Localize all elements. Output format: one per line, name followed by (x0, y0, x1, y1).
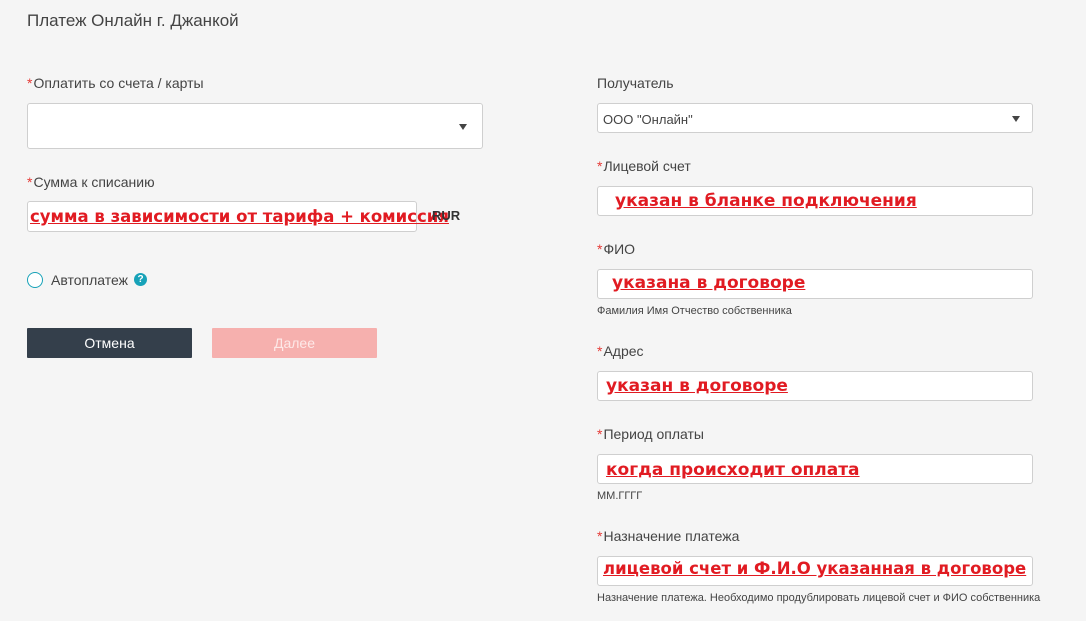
autopay-label: Автоплатеж (51, 272, 128, 288)
amount-label: *Сумма к списанию (27, 174, 155, 190)
page-title: Платеж Онлайн г. Джанкой (27, 11, 239, 30)
payment-form-page: Платеж Онлайн г. Джанкой *Оплатить со сч… (0, 0, 1086, 621)
period-annotation: когда происходит оплата (606, 460, 860, 480)
address-annotation: указан в договоре (606, 376, 788, 396)
purpose-label-text: Назначение платежа (603, 528, 740, 544)
recipient-select[interactable]: ООО "Онлайн" (597, 103, 1033, 133)
required-marker: * (597, 343, 603, 359)
required-marker: * (27, 174, 33, 190)
recipient-value: ООО "Онлайн" (603, 112, 693, 127)
chevron-down-icon (459, 124, 467, 130)
period-label-text: Период оплаты (603, 426, 704, 442)
purpose-annotation: лицевой счет и Ф.И.О указанная в договор… (603, 559, 1027, 578)
autopay-radio[interactable] (27, 272, 43, 288)
address-label: *Адрес (597, 343, 644, 359)
pay-from-label-text: Оплатить со счета / карты (33, 75, 204, 91)
required-marker: * (597, 158, 603, 174)
pay-from-label: *Оплатить со счета / карты (27, 75, 204, 91)
help-icon[interactable]: ? (134, 273, 147, 286)
purpose-label: *Назначение платежа (597, 528, 739, 544)
chevron-down-icon (1012, 116, 1020, 122)
required-marker: * (597, 528, 603, 544)
next-button[interactable]: Далее (212, 328, 377, 358)
purpose-hint: Назначение платежа. Необходимо продублир… (597, 592, 1041, 604)
amount-label-text: Сумма к списанию (33, 174, 155, 190)
fio-label-text: ФИО (603, 241, 636, 257)
fio-hint: Фамилия Имя Отчество собственника (597, 305, 792, 317)
fio-annotation: указана в договоре (612, 273, 806, 293)
pay-from-select[interactable] (27, 103, 483, 149)
period-hint: ММ.ГГГГ (597, 490, 643, 502)
amount-annotation: сумма в зависимости от тарифа + комиссия (30, 207, 449, 226)
currency-label: RUR (432, 208, 461, 223)
fio-label: *ФИО (597, 241, 635, 257)
account-annotation: указан в бланке подключения (615, 191, 917, 211)
required-marker: * (27, 75, 33, 91)
account-label: *Лицевой счет (597, 158, 691, 174)
account-label-text: Лицевой счет (603, 158, 691, 174)
required-marker: * (597, 426, 603, 442)
cancel-button[interactable]: Отмена (27, 328, 192, 358)
period-label: *Период оплаты (597, 426, 704, 442)
recipient-label: Получатель (597, 75, 674, 91)
required-marker: * (597, 241, 603, 257)
address-label-text: Адрес (603, 343, 644, 359)
